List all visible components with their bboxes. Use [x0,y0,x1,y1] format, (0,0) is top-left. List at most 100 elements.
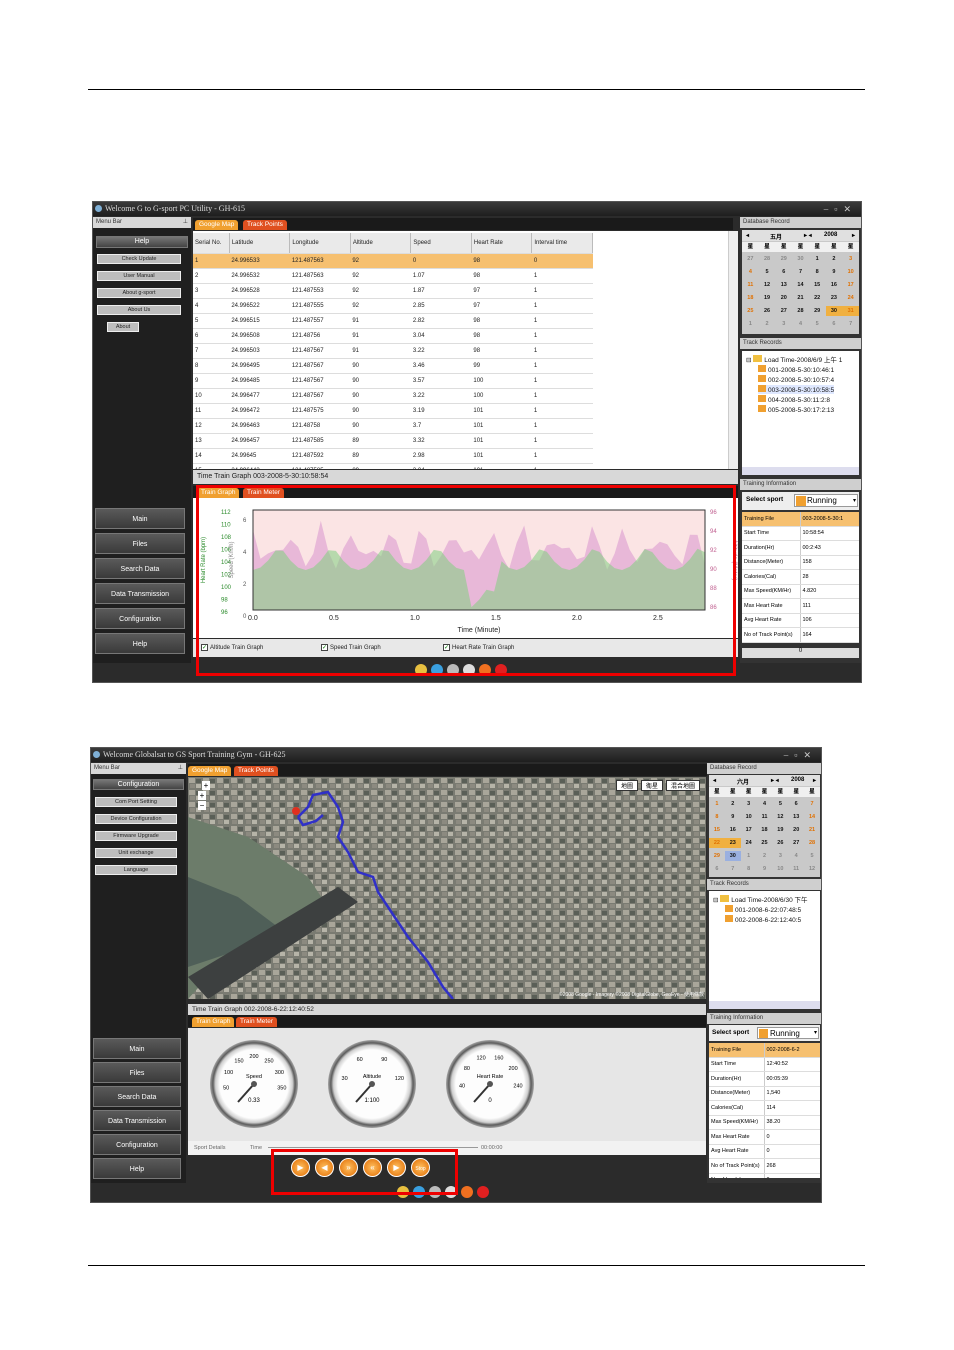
calendar-day[interactable]: 8 [709,812,725,822]
calendar-day[interactable]: 10 [842,267,859,277]
calendar-day[interactable]: 1 [741,851,757,861]
menu-button-help[interactable]: Help [93,1158,181,1179]
tree-root[interactable]: ⊟ Load Time-2008/6/9 上午 1 [746,354,842,364]
table-row[interactable]: 3 24.996528 121.487553 92 1.87 97 1 [193,283,593,299]
tab-track-points[interactable]: Track Points [243,220,287,230]
table-row[interactable]: 7 24.996503 121.487567 91 3.22 98 1 [193,343,593,359]
calendar-day[interactable]: 23 [826,293,843,303]
calendar-day[interactable]: 17 [741,825,757,835]
google-map[interactable]: + + − 地圖 衛星 混合地圖 ©2008 Google - Imagery … [188,777,706,999]
next-year-icon[interactable]: ▸ [813,777,816,784]
calendar-day[interactable]: 27 [788,838,804,848]
calendar-day[interactable]: 29 [809,306,826,316]
column-header[interactable]: Serial No. [193,233,230,254]
calendar-day[interactable]: 22 [709,838,725,848]
tree-item[interactable]: 005-2008-5-30:17:2:13 [758,405,834,414]
calendar-day[interactable]: 13 [788,812,804,822]
calendar-day[interactable]: 10 [772,864,788,874]
menu-button-data-transmission[interactable]: Data Transmission [93,1110,181,1131]
table-row[interactable]: 11 24.996472 121.487575 90 3.19 101 1 [193,403,593,419]
menu-button-configuration[interactable]: Configuration [93,1134,181,1155]
calendar-day[interactable]: 14 [804,812,820,822]
tree-item[interactable]: 001-2008-5-30:10:46:1 [758,365,834,374]
calendar-day[interactable]: 3 [775,319,792,329]
table-row[interactable]: 4 24.996522 121.487555 92 2.85 97 1 [193,298,593,314]
table-row[interactable]: 1 24.996533 121.487563 92 0 98 0 [193,253,593,269]
section-header-help[interactable]: Help [96,236,188,248]
sub-button-com-port-setting[interactable]: Com Port Setting [95,797,177,807]
calendar-day[interactable]: 5 [759,267,776,277]
calendar-day[interactable]: 26 [759,306,776,316]
tab-track-points[interactable]: Track Points [234,766,278,776]
zoom-controls[interactable]: + + − [198,781,210,810]
tree-item[interactable]: 002-2008-5-30:10:57:4 [758,375,834,384]
sub-button-device-configuration[interactable]: Device Configuration [95,814,177,824]
calendar-day[interactable]: 4 [742,267,759,277]
calendar-day[interactable]: 6 [826,319,843,329]
calendar-day[interactable]: 2 [759,319,776,329]
calendar-day[interactable]: 6 [709,864,725,874]
calendar-day[interactable]: 28 [759,254,776,264]
calendar-day[interactable]: 4 [788,851,804,861]
calendar-day[interactable]: 21 [804,825,820,835]
tree-root[interactable]: ⊟ Load Time-2008/6/30 下午 [713,894,808,904]
calendar[interactable]: ◂ 六月 ▸ ◂ 2008 ▸ 星星星星星星星 1 2 3 4 5 6 7 8 9 10 11 12 13 14 15 1… [709,775,820,877]
minimize-icon[interactable]: – [824,204,835,214]
calendar-day[interactable]: 8 [741,864,757,874]
column-header[interactable]: Interval time [531,233,593,254]
menu-button-main[interactable]: Main [95,508,185,529]
sub-button-user-manual[interactable]: User Manual [97,271,181,281]
calendar-day[interactable]: 16 [826,280,843,290]
calendar-day[interactable]: 25 [757,838,773,848]
menu-button-data-transmission[interactable]: Data Transmission [95,583,185,604]
map-type-map[interactable]: 地圖 [615,780,638,791]
calendar-day[interactable]: 3 [741,799,757,809]
sub-button-firmware-upgrade[interactable]: Firmware Upgrade [95,831,177,841]
calendar-day[interactable]: 3 [842,254,859,264]
calendar-day[interactable]: 11 [788,864,804,874]
calendar-day[interactable]: 6 [775,267,792,277]
close-icon[interactable]: ✕ [843,204,857,214]
table-scrollbar[interactable] [728,231,738,469]
sub-button-about-g-sport[interactable]: About g-sport [97,288,181,298]
calendar-day[interactable]: 11 [742,280,759,290]
calendar-day[interactable]: 7 [842,319,859,329]
calendar-day[interactable]: 15 [809,280,826,290]
next-year-icon[interactable]: ▸ [852,232,855,239]
sub-button-unit-exchange[interactable]: Unit exchange [95,848,177,858]
calendar-day[interactable]: 9 [826,267,843,277]
start-marker-icon[interactable] [292,807,300,815]
calendar-day[interactable]: 30 [724,851,741,861]
table-row[interactable]: 14 24.99645 121.487592 89 2.98 101 1 [193,448,593,464]
column-header[interactable]: Latitude [229,233,291,254]
calendar-day[interactable]: 19 [772,825,788,835]
calendar-day[interactable]: 23 [724,838,741,848]
calendar-day[interactable]: 4 [792,319,809,329]
calendar-day[interactable]: 21 [792,293,809,303]
exit-icon[interactable] [477,1186,489,1198]
table-row[interactable]: 12 24.996463 121.48758 90 3.7 101 1 [193,418,593,434]
tab-train-graph[interactable]: Train Graph [192,1017,235,1027]
calendar-day[interactable]: 27 [742,254,759,264]
calendar-day[interactable]: 17 [842,280,859,290]
calendar-day[interactable]: 12 [772,812,788,822]
calendar-day[interactable]: 20 [775,293,792,303]
pin-icon[interactable]: ⊥ [178,763,183,774]
table-row[interactable]: 5 24.996515 121.487557 91 2.82 98 1 [193,313,593,329]
zoom-out-icon[interactable]: − [198,801,206,810]
calendar-day[interactable]: 5 [772,799,788,809]
calendar-day[interactable]: 18 [742,293,759,303]
calendar-day[interactable]: 1 [809,254,826,264]
calendar-day[interactable]: 1 [709,799,725,809]
map-type-satellite[interactable]: 衛星 [640,780,663,791]
map-type-hybrid[interactable]: 混合地圖 [665,780,700,791]
calendar-day[interactable]: 11 [757,812,773,822]
sub-button-about-us[interactable]: About Us [97,305,181,315]
pin-icon[interactable]: ⊥ [183,217,188,228]
menu-button-search-data[interactable]: Search Data [93,1086,181,1107]
tab-train-meter[interactable]: Train Meter [236,1017,277,1027]
calendar-day[interactable]: 29 [709,851,725,861]
menu-button-help[interactable]: Help [95,633,185,654]
calendar-day[interactable]: 8 [809,267,826,277]
calendar-day[interactable]: 12 [759,280,776,290]
